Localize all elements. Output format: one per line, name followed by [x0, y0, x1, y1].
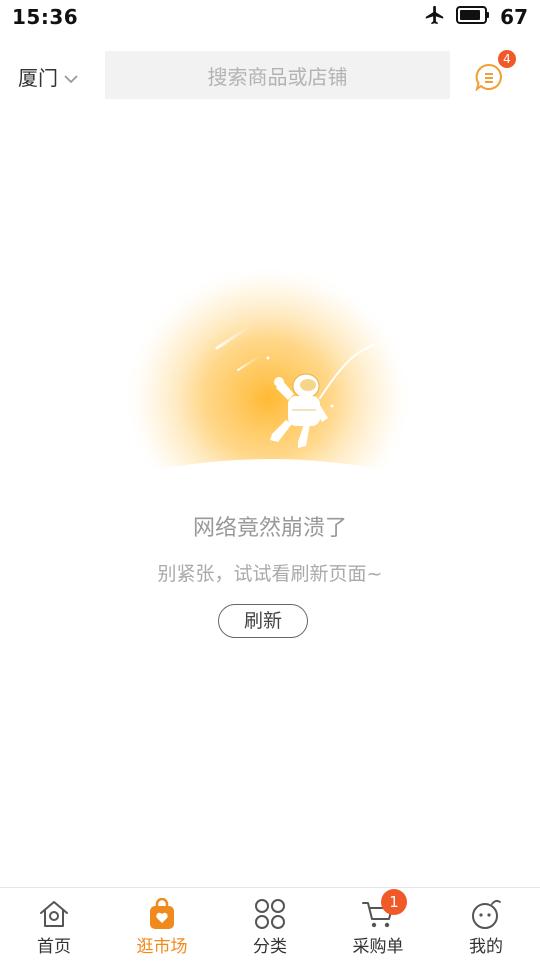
tab-home[interactable]: 首页 [0, 888, 108, 961]
network-error-illustration [120, 250, 420, 520]
message-button[interactable]: 4 [474, 50, 516, 92]
search-placeholder: 搜索商品或店铺 [207, 64, 348, 89]
search-input[interactable]: 搜索商品或店铺 [105, 51, 450, 99]
tab-profile-label: 我的 [469, 937, 503, 957]
category-icon [253, 897, 287, 931]
battery-icon [456, 6, 490, 28]
message-icon [474, 63, 504, 96]
airplane-icon [424, 4, 446, 30]
chevron-down-icon [64, 65, 78, 89]
status-bar: 15:36 67 [0, 0, 540, 34]
tab-home-label: 首页 [37, 937, 71, 957]
tab-market-label: 逛市场 [136, 937, 188, 957]
tab-market[interactable]: 逛市场 [108, 888, 216, 961]
cart-icon: 1 [361, 889, 407, 931]
header: 厦门 搜索商品或店铺 4 [0, 50, 540, 100]
shopping-bag-icon [145, 897, 179, 931]
status-time: 15:36 [12, 5, 79, 29]
error-subtitle: 别紧张，试试看刷新页面~ [157, 563, 383, 585]
bottom-nav: 首页 逛市场 分类 1 采购单 我的 [0, 887, 540, 961]
refresh-button[interactable]: 刷新 [218, 604, 308, 638]
tab-profile[interactable]: 我的 [432, 888, 540, 961]
home-icon [37, 897, 71, 931]
battery-level: 67 [500, 5, 528, 29]
profile-icon [469, 897, 503, 931]
cart-badge: 1 [381, 889, 407, 915]
status-right: 67 [424, 4, 528, 30]
error-title: 网络竟然崩溃了 [192, 516, 347, 541]
city-selector[interactable]: 厦门 [18, 62, 78, 91]
message-badge: 4 [498, 50, 516, 68]
city-label: 厦门 [18, 66, 58, 90]
tab-category[interactable]: 分类 [216, 888, 324, 961]
tab-cart[interactable]: 1 采购单 [324, 888, 432, 961]
tab-category-label: 分类 [253, 937, 287, 957]
tab-cart-label: 采购单 [352, 937, 404, 957]
